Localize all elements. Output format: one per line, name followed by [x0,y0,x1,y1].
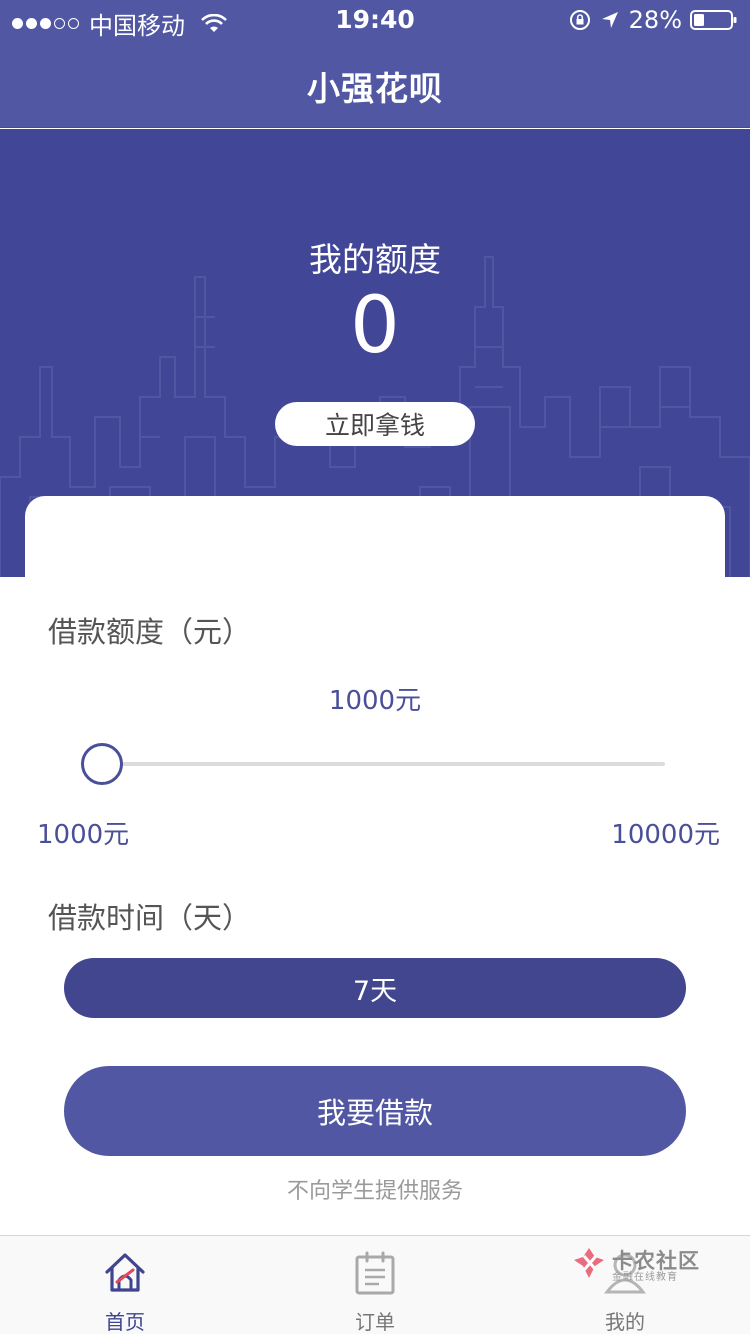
watermark-subtitle: 金融在线教育 [612,1272,678,1283]
amount-max-label: 10000元 [611,820,720,850]
status-right: 28% [569,6,738,34]
get-money-button[interactable]: 立即拿钱 [275,402,475,446]
order-icon [355,1251,395,1295]
tab-profile-label: 我的 [605,1310,645,1334]
borrow-button[interactable]: 我要借款 [64,1066,686,1156]
tab-home-label: 首页 [105,1310,145,1334]
current-amount-value: 1000元 [328,686,422,716]
status-bar: 中国移动 19:40 28% [0,0,750,40]
battery-icon [690,10,737,30]
rotation-lock-icon [569,10,590,30]
quota-value: 0 [350,281,400,371]
amount-slider-thumb[interactable] [81,743,123,785]
amount-slider-track[interactable] [102,762,665,766]
loan-amount-label: 借款额度（元） [48,615,252,649]
battery-percent: 28% [628,6,682,34]
form-card-top [25,496,725,616]
tab-orders[interactable]: 订单 [250,1236,500,1334]
tab-orders-label: 订单 [355,1310,395,1334]
navigation-bar: 小强花呗 [0,40,750,128]
term-option-button[interactable]: 7天 [64,958,686,1018]
amount-min-label: 1000元 [37,820,130,850]
app-screen: 中国移动 19:40 28% 小强花呗 我的额度 0 立即拿钱 借款额度（元） … [0,0,750,1334]
student-notice: 不向学生提供服务 [286,1179,463,1204]
page-title: 小强花呗 [307,69,443,108]
loan-time-label: 借款时间（天） [48,901,252,935]
quota-label: 我的额度 [309,240,441,279]
location-arrow-icon [601,12,618,28]
tab-home[interactable]: 首页 [0,1236,250,1334]
home-icon [105,1253,145,1292]
